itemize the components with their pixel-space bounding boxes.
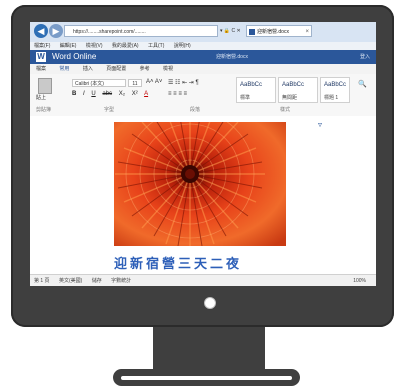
- menu-file[interactable]: 檔案(F): [34, 43, 50, 49]
- tab-view[interactable]: 檢視: [163, 64, 173, 74]
- monitor-stand-neck: [153, 327, 265, 374]
- status-bar: 第 1 頁 英文(美國) 儲存 字數統計 100%: [30, 274, 376, 286]
- group-label-paragraph: 段落: [190, 107, 201, 113]
- list-indent-buttons[interactable]: ☰ ☷ ⇤ ⇥ ¶: [168, 79, 199, 86]
- menu-view[interactable]: 檢視(V): [86, 43, 103, 49]
- tab-close-icon[interactable]: ×: [305, 26, 309, 36]
- mouse-cursor-icon: ▿: [318, 120, 323, 129]
- back-icon[interactable]: ◀: [34, 24, 48, 38]
- zoom-level[interactable]: 100%: [353, 275, 366, 286]
- strikethrough-button[interactable]: abc: [102, 91, 112, 97]
- style-name: 標準: [240, 95, 251, 101]
- document-canvas[interactable]: ▿ 迎新宿營三天二夜: [30, 116, 376, 274]
- screen: ◀ ▶ https://........sharepoint.com/.....…: [30, 22, 376, 286]
- signin-link[interactable]: 登入: [360, 53, 370, 60]
- tab-insert[interactable]: 插入: [83, 64, 93, 74]
- tab-layout[interactable]: 頁面配置: [106, 64, 126, 74]
- tab-title: 迎新宿營.docx: [257, 29, 289, 35]
- word-header: W Word Online 迎新宿營.docx 登入: [30, 50, 376, 64]
- paste-label[interactable]: 貼上: [36, 94, 46, 101]
- forward-icon[interactable]: ▶: [49, 24, 63, 38]
- find-icon[interactable]: 🔍: [358, 80, 367, 88]
- address-controls[interactable]: ▾ 🔒 C ✕: [220, 28, 241, 34]
- tab-references[interactable]: 參考: [140, 64, 150, 74]
- group-label-styles: 樣式: [280, 107, 291, 113]
- style-sample: AaBbCc: [240, 82, 263, 88]
- ribbon-tabs: 檔案 常用 插入 頁面配置 參考 檢視: [30, 64, 376, 74]
- subscript-button[interactable]: X₂: [119, 91, 125, 97]
- format-buttons: B I U abc X₂ X² A: [72, 91, 153, 97]
- font-color-button[interactable]: A: [144, 91, 148, 97]
- font-name-select[interactable]: Calibri (本文): [72, 79, 126, 87]
- group-label-clipboard: 剪貼簿: [36, 107, 52, 113]
- style-heading-1[interactable]: AaBbCc 標題 1: [320, 77, 350, 103]
- word-logo-icon: W: [36, 52, 46, 62]
- app-title: Word Online: [52, 52, 97, 61]
- alignment-buttons[interactable]: ≡ ≡ ≡ ≡: [168, 91, 187, 97]
- document-caption[interactable]: 迎新宿營三天二夜: [114, 253, 242, 272]
- page-indicator: 第 1 頁: [34, 278, 50, 284]
- paste-icon[interactable]: [38, 78, 52, 94]
- bold-button[interactable]: B: [72, 91, 76, 97]
- document-name[interactable]: 迎新宿營.docx: [216, 53, 248, 60]
- menu-help[interactable]: 說明(H): [174, 43, 191, 49]
- menu-favorites[interactable]: 我的最愛(A): [112, 43, 139, 49]
- style-sample: AaBbCc: [282, 82, 305, 88]
- address-bar[interactable]: https://........sharepoint.com/........: [64, 25, 218, 37]
- superscript-button[interactable]: X²: [132, 91, 138, 97]
- style-normal[interactable]: AaBbCc 標準: [236, 77, 276, 103]
- style-sample: AaBbCc: [324, 82, 347, 88]
- word-count[interactable]: 字數統計: [111, 278, 131, 284]
- group-label-font: 字型: [104, 107, 115, 113]
- power-button-icon: [204, 297, 216, 309]
- browser-toolbar: ◀ ▶ https://........sharepoint.com/.....…: [30, 22, 376, 42]
- word-favicon-icon: [249, 29, 255, 35]
- tab-home[interactable]: 常用: [59, 64, 69, 74]
- menu-edit[interactable]: 編輯(E): [60, 43, 77, 49]
- tab-file[interactable]: 檔案: [36, 64, 46, 74]
- style-no-spacing[interactable]: AaBbCc 無間距: [278, 77, 318, 103]
- underline-button[interactable]: U: [91, 91, 95, 97]
- browser-tab[interactable]: 迎新宿營.docx ×: [246, 25, 312, 37]
- style-name: 標題 1: [324, 95, 339, 101]
- menu-tools[interactable]: 工具(T): [148, 43, 164, 49]
- style-name: 無間距: [282, 95, 298, 101]
- save-status: 儲存: [91, 278, 102, 284]
- italic-button[interactable]: I: [83, 91, 85, 97]
- browser-menubar: 檔案(F) 編輯(E) 檢視(V) 我的最愛(A) 工具(T) 說明(H): [30, 42, 376, 50]
- ribbon: 貼上 Calibri (本文) 11 A˄ A˅ B I U abc X₂ X²…: [30, 74, 376, 117]
- font-size-select[interactable]: 11: [128, 79, 142, 87]
- grow-shrink-font-buttons[interactable]: A˄ A˅: [146, 79, 162, 85]
- language-indicator[interactable]: 英文(美國): [59, 278, 82, 284]
- monitor-stand-slot: [121, 376, 292, 380]
- chrysanthemum-photo[interactable]: [114, 122, 286, 246]
